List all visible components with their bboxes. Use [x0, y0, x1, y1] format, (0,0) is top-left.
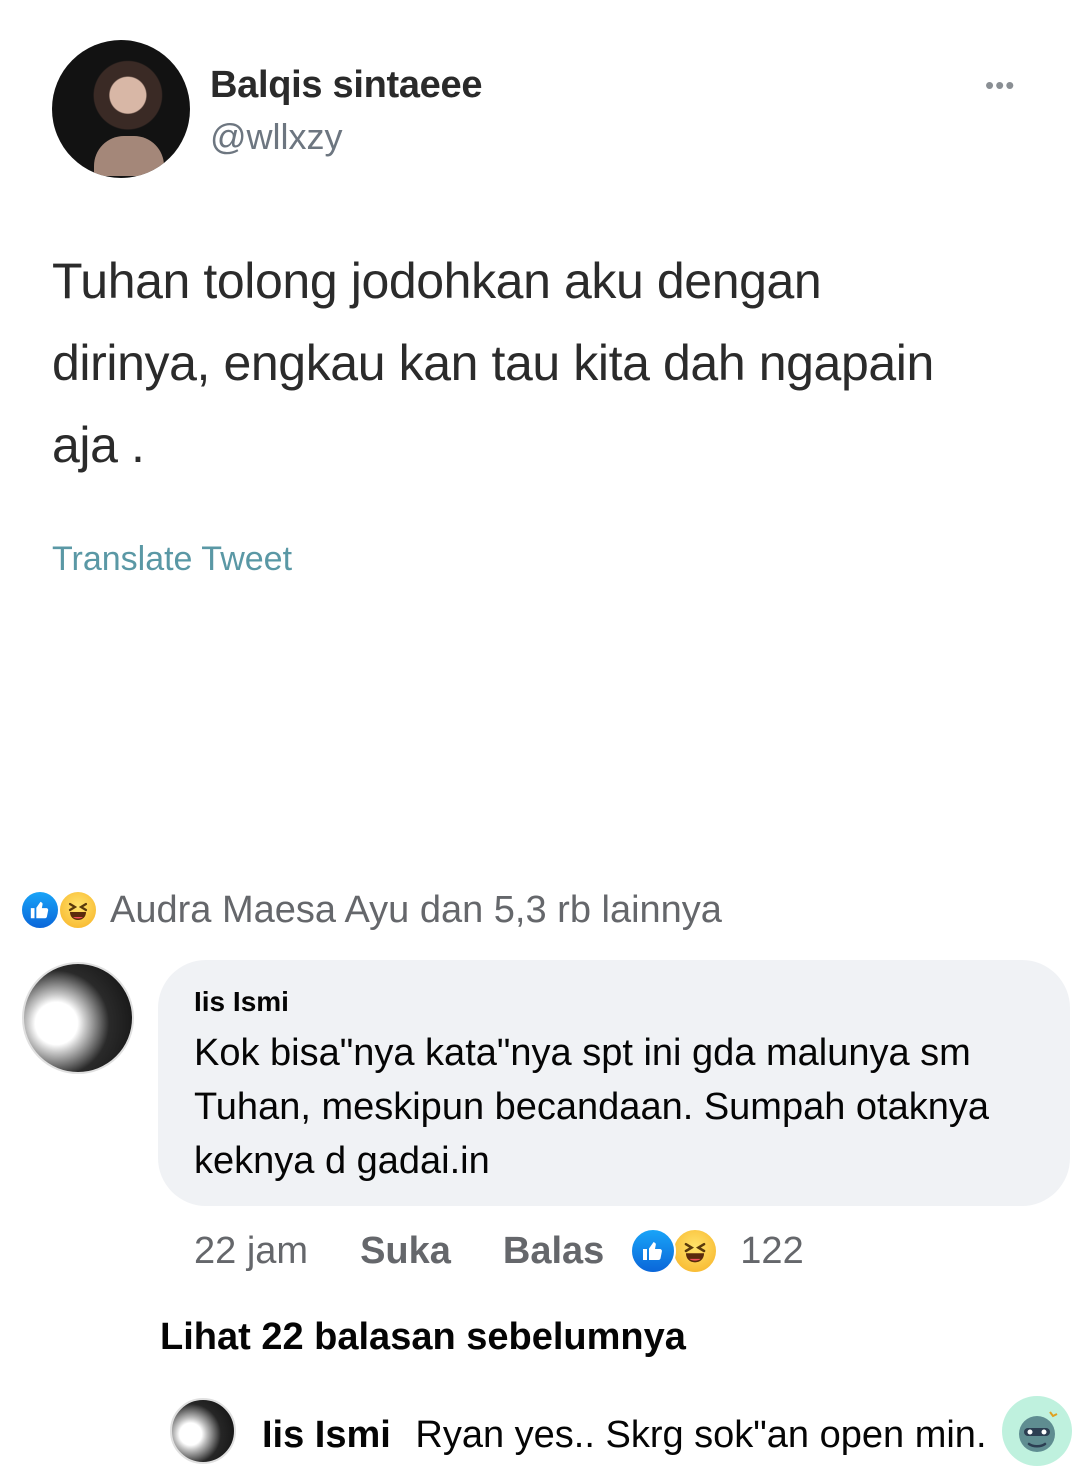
comment-bubble: Iis Ismi Kok bisa"nya kata"nya spt ini g…	[158, 960, 1070, 1206]
post-reactions-summary[interactable]: Audra Maesa Ayu dan 5,3 rb lainnya	[20, 886, 722, 934]
comment-reaction-count[interactable]: 122	[740, 1230, 803, 1273]
comment-body: Kok bisa"nya kata"nya spt ini gda maluny…	[194, 1026, 1054, 1188]
comment-body-line: keknya d gadai.in	[194, 1140, 490, 1182]
reply-author-avatar[interactable]	[170, 1398, 236, 1464]
more-options-icon[interactable]: •••	[985, 70, 1015, 101]
like-button[interactable]: Suka	[360, 1230, 451, 1273]
tweet-avatar[interactable]	[52, 40, 190, 178]
translate-tweet-link[interactable]: Translate Tweet	[52, 540, 292, 579]
reaction-icons	[20, 888, 104, 932]
comment-timestamp[interactable]: 22 jam	[194, 1230, 308, 1273]
reactions-summary-text[interactable]: Audra Maesa Ayu dan 5,3 rb lainnya	[110, 889, 722, 932]
tweet-card: Balqis sintaeee @wllxzy ••• Tuhan tolong…	[0, 0, 1080, 870]
tweet-text-line: dirinya, engkau kan tau kita dah ngapain	[52, 335, 934, 391]
sticker-icon	[1002, 1396, 1072, 1466]
comment-reaction-icons[interactable]	[630, 1226, 722, 1276]
comment-body-line: Kok bisa"nya kata"nya spt ini gda maluny…	[194, 1032, 971, 1074]
reply-text: Ryan yes.. Skrg sok"an open min.	[415, 1414, 987, 1456]
like-icon	[20, 890, 60, 930]
tweet-display-name[interactable]: Balqis sintaeee	[210, 64, 483, 107]
haha-icon	[672, 1228, 719, 1274]
reply-preview[interactable]: Iis Ismi Ryan yes.. Skrg sok"an open min…	[262, 1414, 987, 1457]
view-previous-replies-link[interactable]: Lihat 22 balasan sebelumnya	[160, 1316, 686, 1359]
comment-actions: 22 jam Suka Balas 122	[194, 1226, 804, 1276]
tweet-text-line: aja .	[52, 417, 145, 473]
tweet-text-line: Tuhan tolong jodohkan aku dengan	[52, 253, 822, 309]
comment-body-line: Tuhan, meskipun becandaan. Sumpah otakny…	[194, 1086, 990, 1128]
haha-icon	[58, 890, 98, 930]
commenter-avatar[interactable]	[22, 962, 134, 1074]
tweet-handle[interactable]: @wllxzy	[210, 116, 343, 158]
comment-author[interactable]: Iis Ismi	[194, 986, 289, 1018]
reply-author[interactable]: Iis Ismi	[262, 1414, 391, 1456]
reply-button[interactable]: Balas	[503, 1230, 604, 1273]
tweet-text: Tuhan tolong jodohkan aku dengan dirinya…	[52, 240, 1052, 486]
like-icon	[630, 1228, 677, 1274]
